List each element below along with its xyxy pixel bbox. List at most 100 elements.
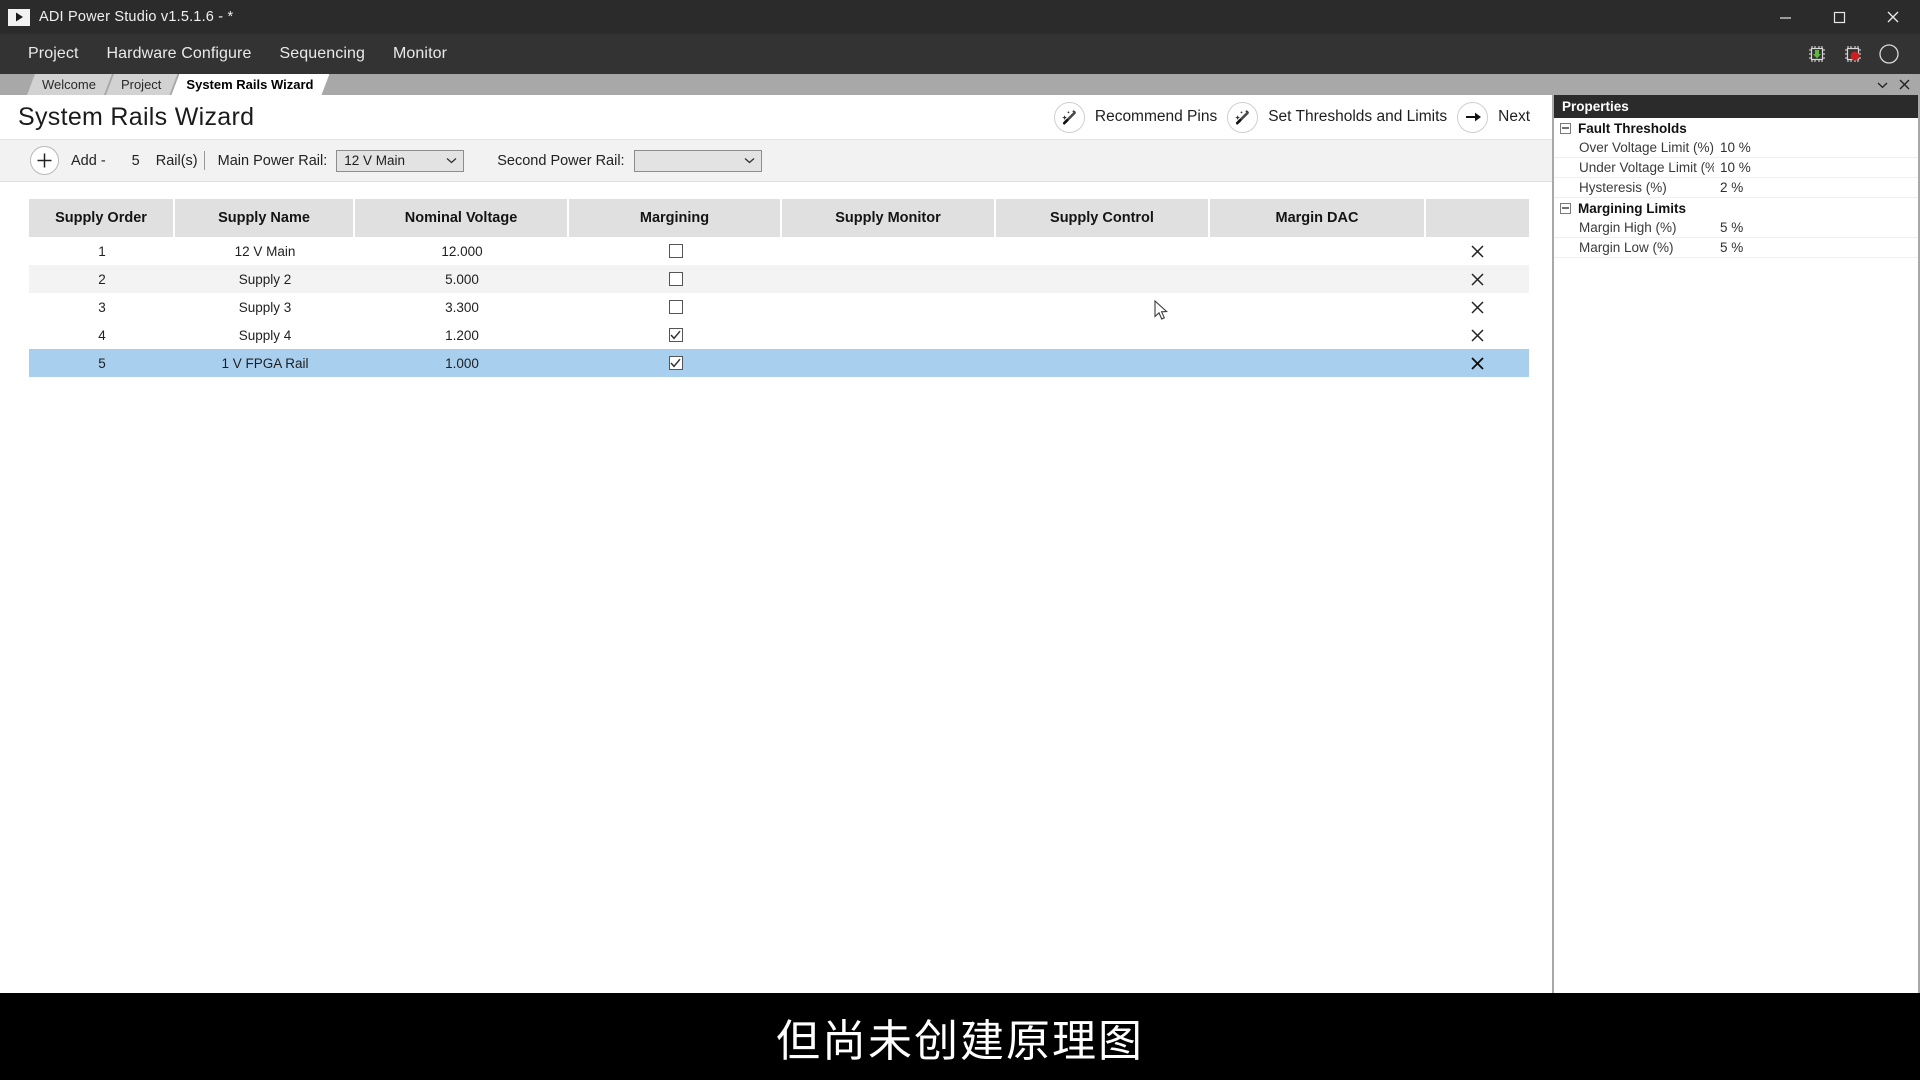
cell-supply-name[interactable]: Supply 4 [175,321,355,349]
property-value[interactable]: 10 % [1714,140,1918,155]
tab-project[interactable]: Project [106,74,177,95]
main-power-rail-select[interactable]: 12 V Main [336,149,465,172]
cell-supply-name[interactable]: Supply 3 [175,293,355,321]
cell-nominal-voltage[interactable]: 3.300 [355,293,569,321]
delete-row-button[interactable] [1426,321,1529,349]
table-row[interactable]: 1 12 V Main 12.000 [29,237,1529,265]
property-row[interactable]: Margin High (%) 5 % [1554,218,1918,238]
plus-icon[interactable] [30,146,59,175]
properties-title: Properties [1554,95,1918,118]
cell-supply-control[interactable] [996,265,1210,293]
property-value[interactable]: 2 % [1714,180,1918,195]
cell-nominal-voltage[interactable]: 5.000 [355,265,569,293]
collapse-icon[interactable] [1560,122,1571,134]
set-thresholds-and-limits-button[interactable]: Set Thresholds and Limits [1227,101,1448,133]
margining-checkbox[interactable] [668,272,683,286]
cell-supply-monitor[interactable] [782,265,996,293]
status-circle-icon[interactable] [1878,43,1900,65]
page-title: System Rails Wizard [18,102,255,131]
cell-margining[interactable] [569,237,782,265]
chip-download-icon[interactable] [1806,43,1828,65]
property-value[interactable]: 5 % [1714,220,1918,235]
cell-nominal-voltage[interactable]: 1.200 [355,321,569,349]
cell-supply-order: 1 [98,243,106,259]
table-row[interactable]: 2 Supply 2 5.000 [29,265,1529,293]
cell-margin-dac[interactable] [1210,237,1426,265]
cell-supply-name[interactable]: 12 V Main [175,237,355,265]
cell-margining[interactable] [569,321,782,349]
margining-checkbox[interactable] [668,356,683,370]
menu-item-monitor[interactable]: Monitor [379,34,461,74]
window-title: ADI Power Studio v1.5.1.6 - * [39,9,234,25]
column-header-margin-dac[interactable]: Margin DAC [1210,199,1426,237]
column-header-supply-order[interactable]: Supply Order [29,199,175,237]
column-header-nominal-voltage[interactable]: Nominal Voltage [355,199,569,237]
menu-item-sequencing[interactable]: Sequencing [265,34,379,74]
cell-supply-monitor[interactable] [782,321,996,349]
add-button-label[interactable]: Add - [71,153,106,169]
next-button[interactable]: Next [1457,101,1530,133]
cell-margin-dac[interactable] [1210,293,1426,321]
column-header-supply-control[interactable]: Supply Control [996,199,1210,237]
property-value[interactable]: 5 % [1714,240,1918,255]
cell-supply-control[interactable] [996,293,1210,321]
chevron-down-icon[interactable] [1877,81,1888,89]
cell-margining[interactable] [569,349,782,377]
property-group-label: Margining Limits [1578,200,1686,216]
chip-error-icon[interactable] [1842,43,1864,65]
minimize-icon[interactable] [1758,0,1812,34]
recommend-pins-button[interactable]: Recommend Pins [1053,101,1217,133]
next-label: Next [1498,108,1530,125]
set-thresholds-label: Set Thresholds and Limits [1268,108,1448,125]
cell-nominal-voltage[interactable]: 1.000 [355,349,569,377]
column-header-supply-name[interactable]: Supply Name [175,199,355,237]
tab-system-rails-wizard[interactable]: System Rails Wizard [171,74,329,95]
cell-supply-name[interactable]: Supply 2 [175,265,355,293]
property-row[interactable]: Hysteresis (%) 2 % [1554,178,1918,198]
second-power-rail-label: Second Power Rail: [497,152,625,169]
close-icon[interactable] [1866,0,1920,34]
property-name: Over Voltage Limit (%) [1579,140,1714,155]
table-row[interactable]: 5 1 V FPGA Rail 1.000 [29,349,1529,377]
cell-margin-dac[interactable] [1210,265,1426,293]
cell-supply-monitor[interactable] [782,237,996,265]
cell-supply-monitor[interactable] [782,293,996,321]
cell-supply-control[interactable] [996,321,1210,349]
delete-row-button[interactable] [1426,265,1529,293]
cell-margin-dac[interactable] [1210,321,1426,349]
cell-supply-name[interactable]: 1 V FPGA Rail [175,349,355,377]
cell-margining[interactable] [569,293,782,321]
margining-checkbox[interactable] [668,244,683,258]
cell-margining[interactable] [569,265,782,293]
property-group-margining-limits[interactable]: Margining Limits [1554,198,1918,218]
delete-row-button[interactable] [1426,237,1529,265]
collapse-icon[interactable] [1560,202,1571,214]
cell-supply-order: 2 [98,271,106,287]
delete-row-button[interactable] [1426,293,1529,321]
column-header-supply-monitor[interactable]: Supply Monitor [782,199,996,237]
maximize-icon[interactable] [1812,0,1866,34]
cell-supply-control[interactable] [996,237,1210,265]
table-row[interactable]: 3 Supply 3 3.300 [29,293,1529,321]
menu-item-project[interactable]: Project [14,34,93,74]
table-row[interactable]: 4 Supply 4 1.200 [29,321,1529,349]
property-row[interactable]: Under Voltage Limit (% 10 % [1554,158,1918,178]
property-row[interactable]: Margin Low (%) 5 % [1554,238,1918,258]
tab-welcome[interactable]: Welcome [27,74,112,95]
margining-checkbox[interactable] [668,300,683,314]
margining-checkbox[interactable] [668,328,683,342]
cell-supply-monitor[interactable] [782,349,996,377]
menu-item-hardware-configure[interactable]: Hardware Configure [93,34,266,74]
rails-toolbar: Add - 5 Rail(s) Main Power Rail: 12 V Ma… [0,139,1552,182]
delete-row-button[interactable] [1426,349,1529,377]
cell-nominal-voltage[interactable]: 12.000 [355,237,569,265]
column-header-margining[interactable]: Margining [569,199,782,237]
second-power-rail-select[interactable] [633,149,762,172]
property-group-fault-thresholds[interactable]: Fault Thresholds [1554,118,1918,138]
header-actions: Recommend Pins Set Thresholds and Limits… [1044,95,1530,139]
cell-margin-dac[interactable] [1210,349,1426,377]
property-value[interactable]: 10 % [1714,160,1918,175]
property-row[interactable]: Over Voltage Limit (%) 10 % [1554,138,1918,158]
close-icon[interactable] [1899,79,1910,90]
cell-supply-control[interactable] [996,349,1210,377]
